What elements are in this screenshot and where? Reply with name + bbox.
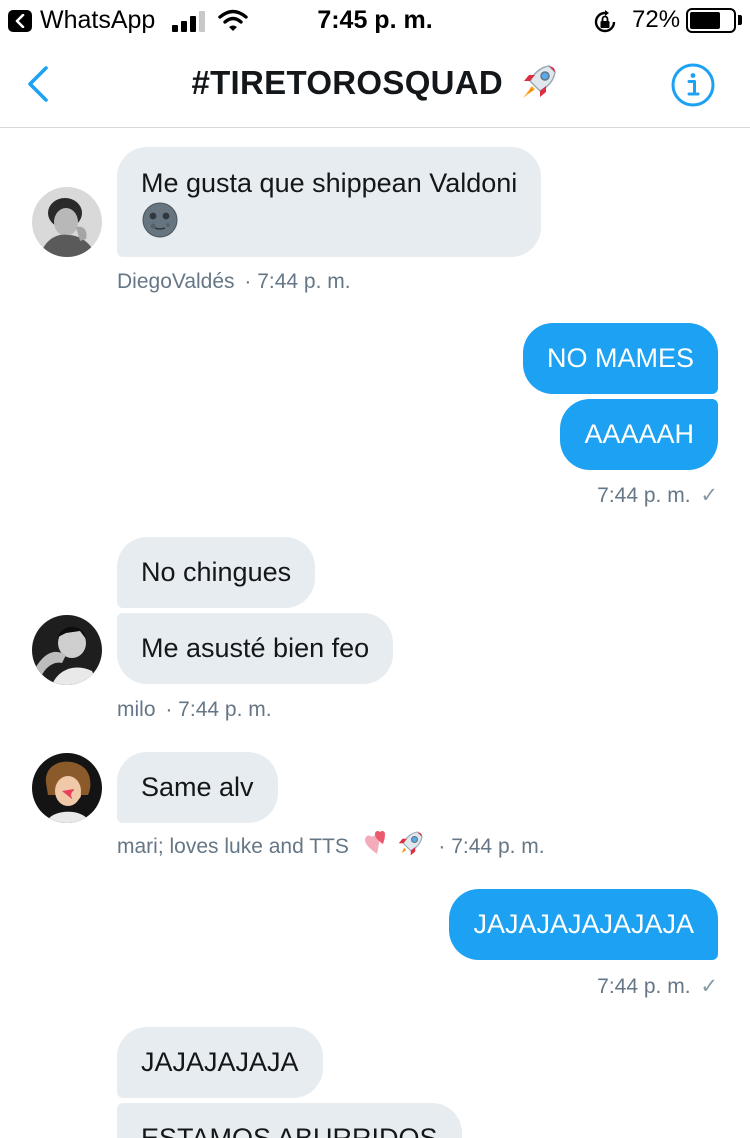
message-bubble[interactable]: Me asusté bien feo xyxy=(117,613,394,684)
message-meta: 7:44 p. m. ✓ xyxy=(597,483,718,508)
rocket-emoji xyxy=(522,65,556,99)
status-bar: WhatsApp 7:45 p. m. 72% xyxy=(0,0,750,42)
conversation-title-text: #TIRETOROSQUAD xyxy=(191,64,504,101)
rocket-emoji xyxy=(398,831,423,856)
message-bubble[interactable]: ESTAMOS ABURRIDOS xyxy=(117,1103,462,1138)
conversation-header: #TIRETOROSQUAD xyxy=(0,42,750,128)
message-time: 7:44 p. m. xyxy=(597,484,691,507)
sender-name[interactable]: milo xyxy=(117,698,156,721)
sent-check-icon: ✓ xyxy=(700,975,718,998)
sender-name[interactable]: mari; loves luke and TTS xyxy=(117,835,349,858)
message-bubble[interactable]: JAJAJAJAJAJAJA xyxy=(449,889,718,960)
battery-percent: 72% xyxy=(632,6,681,33)
rotation-lock-icon xyxy=(594,10,616,33)
sender-name[interactable]: DiegoValdés xyxy=(117,270,235,293)
message-text: NO MAMES xyxy=(546,343,694,373)
new-moon-face-emoji xyxy=(142,202,178,238)
message-time: · 7:44 p. m. xyxy=(165,698,272,721)
two-hearts-emoji xyxy=(364,831,385,855)
avatar-diegovaldes[interactable] xyxy=(32,187,102,257)
battery-fill xyxy=(690,12,721,29)
message-bubble[interactable]: Me gusta que shippean Valdoni xyxy=(117,147,542,257)
message-meta: milo · 7:44 p. m. xyxy=(117,698,272,722)
battery-tip xyxy=(738,15,742,25)
message-bubble[interactable]: AAAAAH xyxy=(560,399,718,470)
message-bubble[interactable]: JAJAJAJAJA xyxy=(117,1027,323,1098)
message-text: AAAAAH xyxy=(584,419,694,449)
message-meta: mari; loves luke and TTS · 7:44 p. m. xyxy=(117,831,545,859)
message-bubble[interactable]: NO MAMES xyxy=(522,323,718,394)
message-time: · 7:44 p. m. xyxy=(438,835,545,858)
message-time: 7:44 p. m. xyxy=(597,975,691,998)
avatar-milo[interactable] xyxy=(32,615,102,685)
message-bubble[interactable]: No chingues xyxy=(117,537,316,608)
avatar-mari[interactable] xyxy=(32,753,102,823)
message-text: JAJAJAJAJA xyxy=(141,1047,299,1077)
message-meta: 7:44 p. m. ✓ xyxy=(597,974,718,999)
message-text: ESTAMOS ABURRIDOS xyxy=(141,1123,438,1138)
message-text: No chingues xyxy=(141,557,292,587)
message-meta: DiegoValdés · 7:44 p. m. xyxy=(117,270,351,294)
message-text: JAJAJAJAJAJAJA xyxy=(473,909,694,939)
battery-icon xyxy=(686,8,736,33)
message-time: · 7:44 p. m. xyxy=(244,270,351,293)
info-icon[interactable] xyxy=(670,62,716,108)
message-text: Me asusté bien feo xyxy=(141,633,370,663)
message-bubble[interactable]: Same alv xyxy=(117,752,278,823)
sent-check-icon: ✓ xyxy=(700,484,718,507)
conversation-title[interactable]: #TIRETOROSQUAD xyxy=(0,64,750,102)
message-text: Me gusta que shippean Valdoni xyxy=(141,168,518,198)
message-text: Same alv xyxy=(141,772,254,802)
